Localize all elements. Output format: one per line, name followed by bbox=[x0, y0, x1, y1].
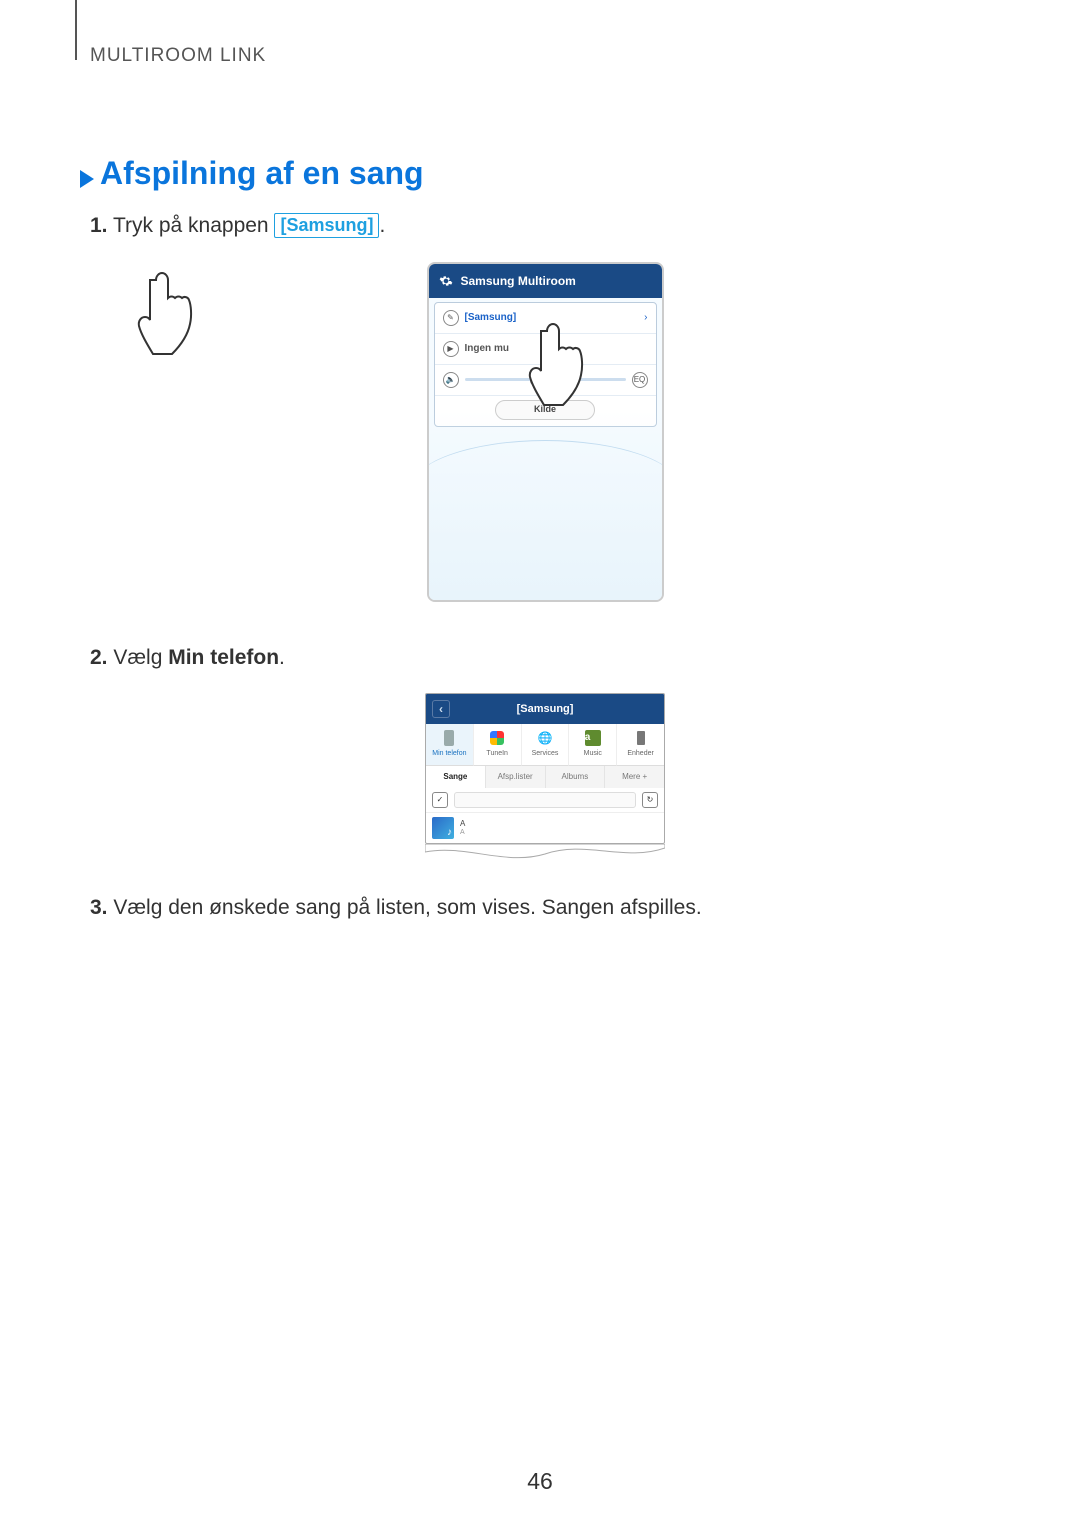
figure-2-torn-edge bbox=[425, 844, 665, 862]
speaker-icon bbox=[637, 731, 645, 745]
back-icon: ‹ bbox=[432, 700, 450, 718]
source-tab-services-label: Services bbox=[532, 749, 559, 760]
triangle-bullet-icon bbox=[80, 170, 94, 188]
gear-icon bbox=[439, 274, 453, 288]
source-tab-services: 🌐 Services bbox=[522, 724, 570, 766]
step-3-text: Vælg den ønskede sang på listen, som vis… bbox=[108, 896, 702, 919]
search-field-placeholder bbox=[454, 792, 636, 808]
edit-icon: ✎ bbox=[443, 310, 459, 326]
step-1-number: 1. bbox=[90, 214, 108, 237]
figure-1-background-wave bbox=[429, 410, 662, 600]
figure-1-app-titlebar: Samsung Multiroom bbox=[429, 264, 662, 298]
source-tab-devices: Enheder bbox=[617, 724, 664, 766]
filter-albums: Albums bbox=[546, 766, 606, 788]
volume-icon: 🔈 bbox=[443, 372, 459, 388]
song-artist: A bbox=[460, 829, 465, 836]
source-tab-tunein-label: TuneIn bbox=[486, 749, 508, 760]
section-title: Afspilning af en sang bbox=[80, 155, 424, 192]
figure-1-phone-screenshot: Samsung Multiroom ✎ [Samsung] › ▶ Ingen … bbox=[427, 262, 664, 602]
left-rule bbox=[75, 0, 77, 60]
samsung-chip: [Samsung] bbox=[274, 213, 379, 238]
filter-playlists: Afsp.lister bbox=[486, 766, 546, 788]
song-title: A bbox=[460, 820, 465, 828]
step-2-text-post: . bbox=[279, 646, 285, 669]
tunein-icon bbox=[490, 731, 504, 745]
phone-icon bbox=[444, 730, 454, 746]
figure-2-sources-row: Min telefon TuneIn 🌐 Services a Music bbox=[426, 724, 664, 766]
source-tab-devices-label: Enheder bbox=[627, 749, 653, 760]
figure-2-wrapper: ‹ [Samsung] Min telefon TuneIn 🌐 Service… bbox=[425, 693, 665, 862]
source-tab-my-phone: Min telefon bbox=[426, 724, 474, 766]
figure-1-samsung-label: [Samsung] bbox=[465, 310, 645, 325]
figure-1-speaker-panel: ✎ [Samsung] › ▶ Ingen mu 🔈 EQ Kilde bbox=[434, 302, 657, 427]
figure-2-titlebar: ‹ [Samsung] bbox=[426, 694, 664, 724]
chevron-right-icon: › bbox=[644, 310, 647, 325]
figure-1-row-playback: ▶ Ingen mu bbox=[435, 334, 656, 365]
figure-2-phone-screenshot: ‹ [Samsung] Min telefon TuneIn 🌐 Service… bbox=[425, 693, 665, 844]
hand-pointer-illustration-2 bbox=[128, 268, 218, 378]
figure-2-filter-row: Sange Afsp.lister Albums Mere + bbox=[426, 766, 664, 788]
play-icon: ▶ bbox=[443, 341, 459, 357]
step-3: 3. Vælg den ønskede sang på listen, som … bbox=[90, 892, 1000, 924]
page-number: 46 bbox=[0, 1468, 1080, 1495]
filter-songs: Sange bbox=[426, 766, 486, 788]
step-2-text-pre: Vælg bbox=[108, 646, 169, 669]
figure-1-app-title: Samsung Multiroom bbox=[461, 272, 576, 290]
figure-2-list-control-row: ✓ ↻ bbox=[426, 788, 664, 813]
volume-slider bbox=[465, 378, 626, 381]
step-1-text-pre: Tryk på knappen bbox=[108, 214, 275, 237]
filter-more: Mere + bbox=[605, 766, 664, 788]
step-1: 1. Tryk på knappen [Samsung]. bbox=[90, 210, 1000, 242]
step-3-number: 3. bbox=[90, 896, 108, 919]
song-meta: A A bbox=[460, 820, 465, 836]
amazon-icon: a bbox=[585, 730, 601, 746]
eq-button: EQ bbox=[632, 372, 648, 388]
figure-2-title: [Samsung] bbox=[517, 701, 574, 718]
step-2-number: 2. bbox=[90, 646, 108, 669]
source-tab-tunein: TuneIn bbox=[474, 724, 522, 766]
figure-1-row-volume: 🔈 EQ bbox=[435, 365, 656, 396]
select-all-checkbox: ✓ bbox=[432, 792, 448, 808]
step-2: 2. Vælg Min telefon. bbox=[90, 642, 1000, 674]
step-1-text-post: . bbox=[379, 214, 385, 237]
source-tab-my-phone-label: Min telefon bbox=[432, 749, 466, 760]
source-tab-music-label: Music bbox=[584, 749, 602, 760]
header-section-label: MULTIROOM LINK bbox=[90, 45, 266, 67]
refresh-icon: ↻ bbox=[642, 792, 658, 808]
album-art-thumbnail bbox=[432, 817, 454, 839]
source-tab-music: a Music bbox=[569, 724, 617, 766]
figure-1-row-samsung: ✎ [Samsung] › bbox=[435, 303, 656, 334]
section-title-text: Afspilning af en sang bbox=[100, 155, 424, 192]
globe-icon: 🌐 bbox=[536, 729, 554, 747]
figure-1-no-music-label: Ingen mu bbox=[465, 341, 648, 356]
step-2-bold: Min telefon bbox=[168, 646, 279, 669]
figure-2-song-row: A A bbox=[426, 813, 664, 843]
